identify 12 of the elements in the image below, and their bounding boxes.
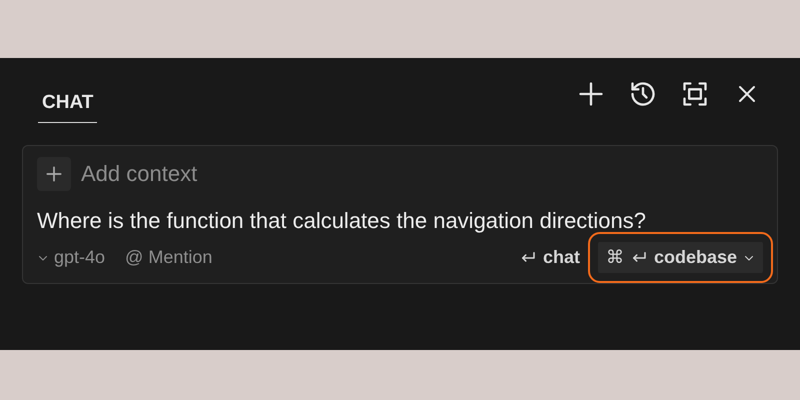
chat-tab[interactable]: CHAT — [38, 80, 98, 122]
mention-button[interactable]: @ Mention — [125, 247, 212, 268]
codebase-button[interactable]: ⌘ codebase — [598, 242, 763, 273]
plus-icon — [577, 80, 605, 108]
chat-button[interactable]: chat — [510, 242, 588, 273]
message-input[interactable]: Where is the function that calculates the navigation directions? — [37, 203, 677, 238]
add-context-label: Add context — [81, 161, 198, 187]
history-icon — [629, 80, 657, 108]
add-context-button[interactable] — [37, 157, 71, 191]
maximize-icon — [681, 80, 709, 108]
plus-icon — [44, 164, 64, 184]
model-selector[interactable]: gpt-4o — [37, 247, 106, 268]
